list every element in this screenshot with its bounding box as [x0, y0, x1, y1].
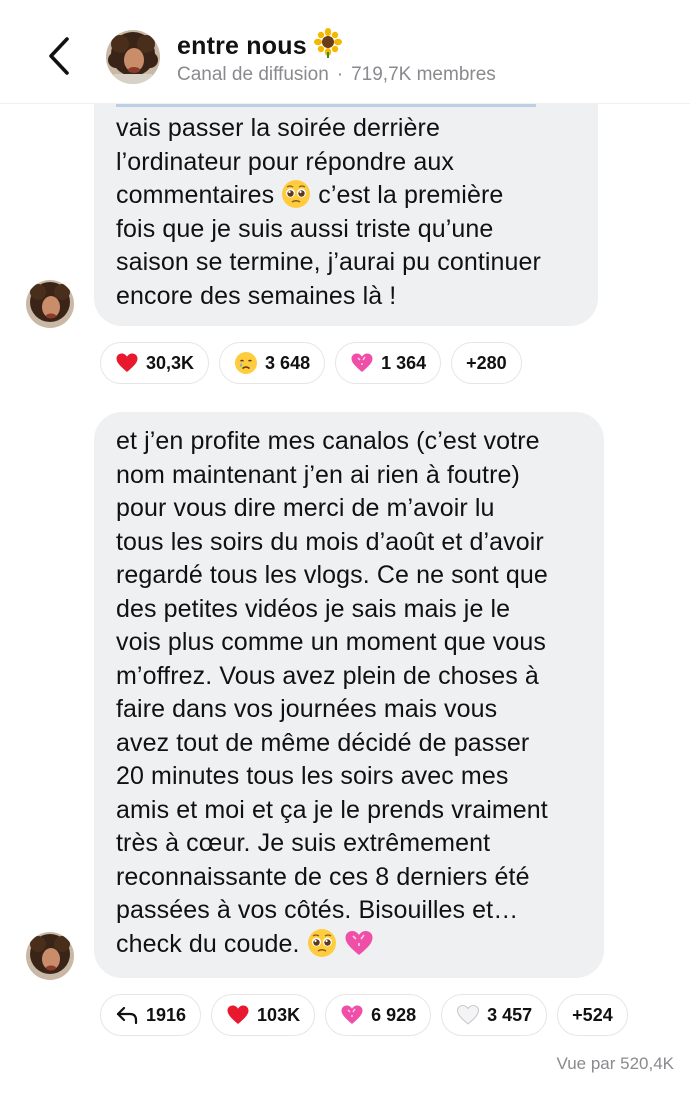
- red-heart-icon: [226, 1003, 250, 1027]
- reaction-pink-heart[interactable]: 6 928: [325, 994, 432, 1036]
- pleading-face-icon: [281, 179, 311, 209]
- reaction-red-heart[interactable]: 103K: [211, 994, 316, 1036]
- message-bubble[interactable]: et j’en profite mes canalos (c’est votre…: [94, 412, 604, 978]
- message-text: et j’en profite mes canalos (c’est votre…: [116, 427, 548, 958]
- red-heart-icon: [115, 351, 139, 375]
- sender-avatar[interactable]: [26, 280, 74, 328]
- reactions-row: 30,3K 3 648 1 364 +280: [100, 342, 522, 384]
- reaction-crying-face[interactable]: 3 648: [219, 342, 326, 384]
- channel-title[interactable]: entre nous: [177, 28, 343, 65]
- seen-count: Vue par 520,4K: [556, 1054, 674, 1073]
- reaction-pink-heart[interactable]: 1 364: [335, 342, 442, 384]
- back-button[interactable]: [40, 34, 80, 78]
- reaction-more[interactable]: +524: [557, 994, 628, 1036]
- reply-button[interactable]: 1916: [100, 994, 202, 1036]
- white-heart-icon: [456, 1003, 480, 1027]
- chevron-left-icon: [49, 37, 69, 75]
- pleading-face-icon: [307, 928, 337, 958]
- pink-heart-icon: [344, 928, 374, 958]
- reaction-red-heart[interactable]: 30,3K: [100, 342, 210, 384]
- reaction-more[interactable]: +280: [451, 342, 522, 384]
- channel-subtitle: Canal de diffusion · 719,7K membres: [177, 64, 496, 85]
- chat-header: entre nous Canal de diffusion · 719,7K mem…: [0, 0, 690, 104]
- crying-face-icon: [234, 351, 258, 375]
- message-text: vais passer la soirée derrière l’ordinat…: [116, 114, 541, 310]
- reply-arrow-icon: [115, 1003, 139, 1027]
- reactions-row: 1916 103K 6 928 3 457 +524: [100, 994, 628, 1036]
- sender-avatar[interactable]: [26, 932, 74, 980]
- pink-heart-icon: [350, 351, 374, 375]
- channel-avatar[interactable]: [106, 30, 160, 84]
- pink-heart-icon: [340, 1003, 364, 1027]
- sunflower-icon: [313, 28, 343, 65]
- reaction-white-heart[interactable]: 3 457: [441, 994, 548, 1036]
